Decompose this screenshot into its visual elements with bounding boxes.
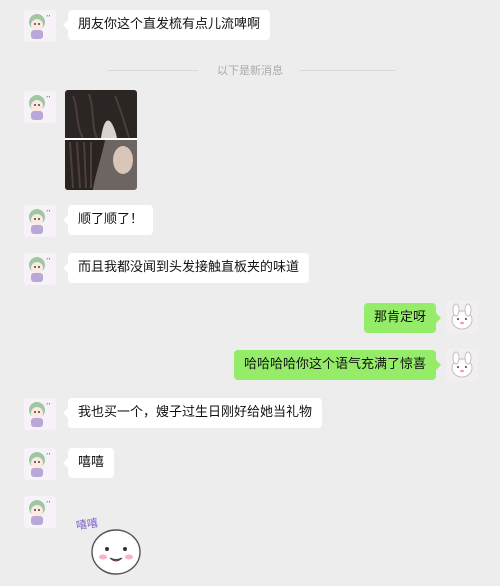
- message-bubble-incoming[interactable]: 嘻嘻: [62, 448, 115, 478]
- giggle-sticker-icon: 嘻嘻: [75, 516, 141, 575]
- svg-text:’’: ’’: [46, 209, 50, 217]
- image-message[interactable]: [65, 90, 137, 190]
- cartoon-girl-avatar-icon: ’’: [24, 448, 56, 480]
- message-row: ’’ 嘻嘻: [0, 492, 500, 584]
- message-bubble-incoming[interactable]: 顺了顺了！: [62, 205, 154, 235]
- friend-avatar[interactable]: ’’: [24, 10, 56, 42]
- svg-text:’’: ’’: [46, 500, 50, 508]
- svg-text:’’: ’’: [46, 95, 50, 103]
- message-bubble-incoming[interactable]: 而且我都没闻到头发接触直板夹的味道: [62, 253, 310, 283]
- cartoon-girl-avatar-icon: ’’: [24, 10, 56, 42]
- cartoon-girl-avatar-icon: ’’: [24, 253, 56, 285]
- message-row: 哈哈哈哈你这个语气充满了惊喜: [0, 345, 500, 389]
- sticker-text-left: 嘻嘻: [75, 516, 99, 532]
- message-bubble-outgoing[interactable]: 那肯定呀: [363, 303, 442, 333]
- svg-text:’’: ’’: [46, 452, 50, 460]
- message-row: ’’ 嘻嘻: [0, 443, 500, 487]
- svg-text:’’: ’’: [46, 257, 50, 265]
- svg-text:’’: ’’: [46, 14, 50, 22]
- cartoon-girl-avatar-icon: ’’: [24, 91, 56, 123]
- sticker-message[interactable]: 嘻嘻: [72, 512, 164, 582]
- new-messages-divider: 以下是新消息: [217, 64, 283, 77]
- friend-avatar[interactable]: ’’: [24, 496, 56, 528]
- cartoon-girl-avatar-icon: ’’: [24, 496, 56, 528]
- cartoon-bunny-avatar-icon: [446, 301, 478, 333]
- hair-photo-image: [65, 90, 137, 190]
- cartoon-girl-avatar-icon: ’’: [24, 205, 56, 237]
- message-row: ’’ 我也买一个，嫂子过生日刚好给她当礼物: [0, 393, 500, 437]
- svg-text:’’: ’’: [46, 402, 50, 410]
- message-row: ’’ 朋友你这个直发梳有点儿流啤啊: [0, 0, 500, 44]
- message-row: 那肯定呀: [0, 298, 500, 342]
- message-bubble-outgoing[interactable]: 哈哈哈哈你这个语气充满了惊喜: [233, 350, 442, 380]
- my-avatar[interactable]: [446, 301, 478, 333]
- cartoon-bunny-avatar-icon: [446, 349, 478, 381]
- friend-avatar[interactable]: ’’: [24, 253, 56, 285]
- friend-avatar[interactable]: ’’: [24, 398, 56, 430]
- message-bubble-incoming[interactable]: 朋友你这个直发梳有点儿流啤啊: [62, 10, 271, 40]
- divider-line-right: [300, 70, 395, 71]
- cartoon-girl-avatar-icon: ’’: [24, 398, 56, 430]
- friend-avatar[interactable]: ’’: [24, 91, 56, 123]
- message-row: ’’ 顺了顺了！: [0, 200, 500, 244]
- my-avatar[interactable]: [446, 349, 478, 381]
- message-row: ’’: [0, 88, 500, 192]
- message-row: ’’ 而且我都没闻到头发接触直板夹的味道: [0, 248, 500, 292]
- message-bubble-incoming[interactable]: 我也买一个，嫂子过生日刚好给她当礼物: [62, 398, 323, 428]
- friend-avatar[interactable]: ’’: [24, 448, 56, 480]
- friend-avatar[interactable]: ’’: [24, 205, 56, 237]
